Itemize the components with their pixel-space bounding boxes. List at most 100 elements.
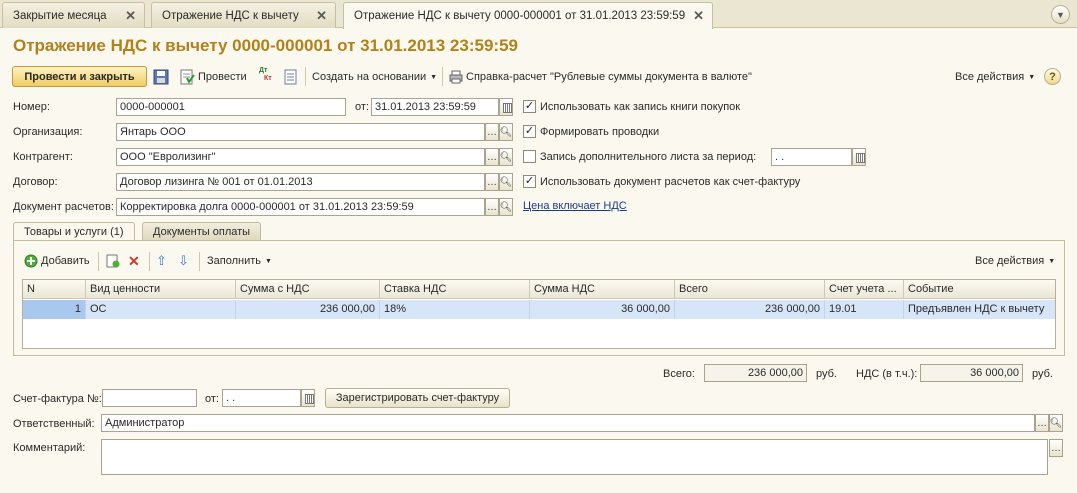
contract-label: Договор:	[13, 176, 58, 188]
select-ellipsis-icon[interactable]: …	[485, 173, 499, 191]
print-preview-button[interactable]	[284, 67, 298, 87]
search-icon[interactable]: 🔍︎	[1049, 414, 1063, 432]
chevron-down-icon: ▼	[430, 73, 438, 81]
column-header-vat-rate[interactable]: Ставка НДС	[380, 280, 530, 299]
save-button[interactable]	[153, 67, 169, 87]
contractor-field[interactable]: ООО "Евролизинг"	[116, 148, 485, 166]
post-and-close-button[interactable]: Провести и закрыть	[12, 66, 147, 87]
select-ellipsis-icon[interactable]: …	[1049, 439, 1063, 457]
table-all-actions-button[interactable]: Все действия ▼	[975, 251, 1055, 271]
toolbar-divider	[305, 67, 306, 86]
select-ellipsis-icon[interactable]: …	[485, 148, 499, 166]
postings-label: Формировать проводки	[540, 126, 660, 138]
floppy-disk-icon	[153, 69, 169, 85]
postings-checkbox[interactable]: ✓	[523, 125, 536, 138]
delete-row-icon[interactable]: ✕	[128, 251, 140, 271]
report-label: Справка-расчет "Рублевые суммы документа…	[466, 71, 752, 83]
close-icon[interactable]: ✕	[316, 8, 327, 24]
move-up-arrow-icon[interactable]: ⇧	[156, 251, 167, 271]
postings-dt-kt-button[interactable]: Дт Кт	[259, 67, 272, 87]
printer-icon	[449, 70, 463, 84]
add-row-button[interactable]: Добавить	[24, 251, 90, 271]
close-icon[interactable]: ✕	[693, 8, 704, 24]
responsible-field[interactable]: Администратор	[101, 414, 1035, 432]
select-ellipsis-icon[interactable]: …	[1035, 414, 1049, 432]
date-field[interactable]: 31.01.2013 23:59:59	[371, 98, 499, 116]
use-doc-as-invoice-label: Использовать документ расчетов как счет-…	[540, 176, 801, 188]
copy-row-button[interactable]	[106, 251, 120, 271]
cell-account[interactable]: 19.01	[825, 300, 904, 319]
tab-month-closing[interactable]: Закрытие месяца ✕	[2, 2, 145, 28]
tab-payment-documents[interactable]: Документы оплаты	[142, 222, 262, 240]
all-actions-label: Все действия	[975, 255, 1045, 267]
create-based-label: Создать на основании	[312, 71, 427, 83]
cell-event[interactable]: Предъявлен НДС к вычету	[904, 300, 1055, 319]
purchase-book-checkbox[interactable]: ✓	[523, 100, 536, 113]
dt-label: Дт	[259, 67, 268, 74]
kt-label: Кт	[264, 75, 272, 82]
total-value: 236 000,00	[704, 364, 807, 382]
select-ellipsis-icon[interactable]: …	[485, 198, 499, 216]
search-icon[interactable]: 🔍︎	[499, 173, 513, 191]
extra-sheet-checkbox[interactable]	[523, 150, 536, 163]
invoice-number-label: Счет-фактура №:	[13, 393, 102, 405]
tab-vat-deduction-document[interactable]: Отражение НДС к вычету 0000-000001 от 31…	[343, 2, 713, 29]
select-ellipsis-icon[interactable]: …	[485, 123, 499, 141]
extra-period-field[interactable]: . .	[771, 148, 852, 166]
price-includes-vat-link[interactable]: Цена включает НДС	[523, 200, 627, 212]
help-icon[interactable]: ?	[1044, 68, 1061, 85]
organization-field[interactable]: Янтарь ООО	[116, 123, 485, 141]
contractor-label: Контрагент:	[13, 151, 73, 163]
document-icon	[284, 69, 297, 85]
cell-total[interactable]: 236 000,00	[675, 300, 825, 319]
column-header-total[interactable]: Всего	[675, 280, 825, 299]
move-down-arrow-icon[interactable]: ⇩	[178, 251, 189, 271]
contract-field[interactable]: Договор лизинга № 001 от 01.01.2013	[116, 173, 485, 191]
settlement-doc-field[interactable]: Корректировка долга 0000-000001 от 31.01…	[116, 198, 485, 216]
invoice-date-field[interactable]: . .	[222, 389, 301, 407]
column-header-n[interactable]: N	[23, 280, 86, 299]
use-doc-as-invoice-checkbox[interactable]: ✓	[523, 175, 536, 188]
create-based-on-button[interactable]: Создать на основании ▼	[312, 67, 437, 87]
comment-field[interactable]	[101, 439, 1048, 475]
tab-goods-services[interactable]: Товары и услуги (1)	[13, 222, 135, 241]
toolbar-divider	[442, 67, 443, 86]
goods-services-table: N Вид ценности Сумма с НДС Ставка НДС Су…	[22, 279, 1056, 349]
cell-vat-rate[interactable]: 18%	[380, 300, 530, 319]
close-icon[interactable]: ✕	[125, 8, 136, 24]
tab-vat-deduction-list[interactable]: Отражение НДС к вычету ✕	[151, 2, 336, 28]
copy-row-icon	[106, 254, 120, 268]
cell-vat-amount[interactable]: 36 000,00	[530, 300, 675, 319]
column-header-asset-type[interactable]: Вид ценности	[86, 280, 236, 299]
post-button[interactable]: Провести	[179, 67, 247, 87]
tabs-menu-chevron-down-icon[interactable]: ▼	[1051, 5, 1070, 24]
search-icon[interactable]: 🔍︎	[499, 123, 513, 141]
comment-label: Комментарий:	[13, 442, 86, 454]
total-currency: руб.	[816, 368, 837, 380]
column-header-vat-amount[interactable]: Сумма НДС	[530, 280, 675, 299]
toolbar-divider	[98, 252, 99, 271]
register-invoice-button[interactable]: Зарегистрировать счет-фактуру	[325, 388, 510, 408]
invoice-number-field[interactable]	[102, 389, 197, 407]
calendar-icon[interactable]	[499, 98, 513, 116]
fill-label: Заполнить	[207, 255, 262, 267]
cell-n[interactable]: 1	[23, 300, 86, 319]
calendar-icon[interactable]	[301, 389, 315, 407]
report-currency-button[interactable]: Справка-расчет "Рублевые суммы документа…	[449, 67, 752, 87]
calendar-icon[interactable]	[852, 148, 866, 166]
search-icon[interactable]: 🔍︎	[499, 148, 513, 166]
all-actions-button[interactable]: Все действия ▼	[955, 67, 1035, 87]
cell-asset-type[interactable]: ОС	[86, 300, 236, 319]
fill-button[interactable]: Заполнить ▼	[207, 251, 272, 271]
column-header-event[interactable]: Событие	[904, 280, 1055, 299]
vat-total-value: 36 000,00	[920, 364, 1023, 382]
column-header-amount-with-vat[interactable]: Сумма с НДС	[236, 280, 380, 299]
number-field[interactable]: 0000-000001	[116, 98, 346, 116]
column-header-account[interactable]: Счет учета ...	[825, 280, 904, 299]
search-icon[interactable]: 🔍︎	[499, 198, 513, 216]
cell-amount-with-vat[interactable]: 236 000,00	[236, 300, 380, 319]
add-label: Добавить	[41, 255, 90, 267]
chevron-down-icon: ▼	[1028, 73, 1036, 81]
toolbar-divider	[149, 252, 150, 271]
plus-circle-icon	[24, 254, 38, 268]
